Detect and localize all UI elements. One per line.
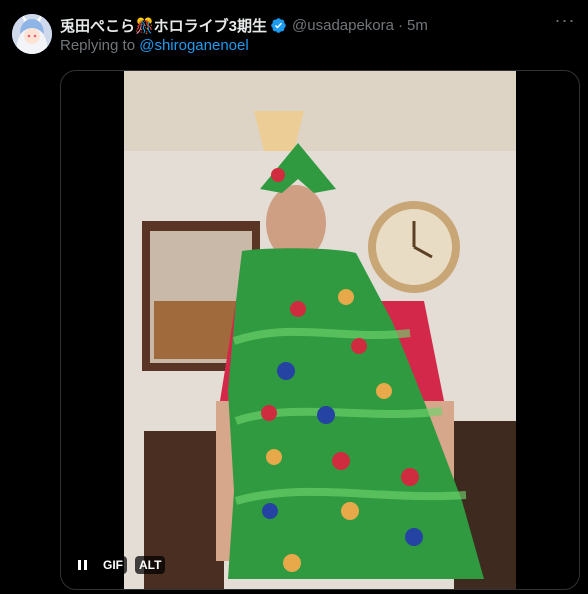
gif-badge: GIF [99, 556, 127, 574]
replying-to: Replying to @shiroganenoel [60, 37, 249, 54]
author-handle[interactable]: @usadapekora [292, 17, 394, 34]
gif-controls: GIF ALT [73, 555, 166, 575]
verified-badge-icon [270, 17, 287, 34]
gif-frame [124, 71, 516, 589]
pause-icon[interactable] [73, 555, 91, 575]
reply-mention-link[interactable]: @shiroganenoel [139, 37, 248, 54]
tweet-timestamp[interactable]: 5m [407, 17, 428, 34]
avatar-image [12, 14, 52, 54]
replying-to-prefix: Replying to [60, 37, 140, 54]
author-display-name[interactable]: 兎田ぺこら🎊ホロライブ3期生 [60, 15, 267, 36]
gif-media[interactable]: GIF ALT [60, 70, 580, 590]
separator-dot: · [398, 16, 403, 34]
alt-text-button[interactable]: ALT [135, 556, 166, 574]
tweet-header: 兎田ぺこら🎊ホロライブ3期生 @usadapekora · 5m [60, 15, 548, 35]
avatar[interactable] [12, 14, 52, 54]
more-horizontal-icon[interactable]: ··· [554, 11, 576, 34]
tweet: 兎田ぺこら🎊ホロライブ3期生 @usadapekora · 5m ··· Rep… [0, 0, 588, 594]
